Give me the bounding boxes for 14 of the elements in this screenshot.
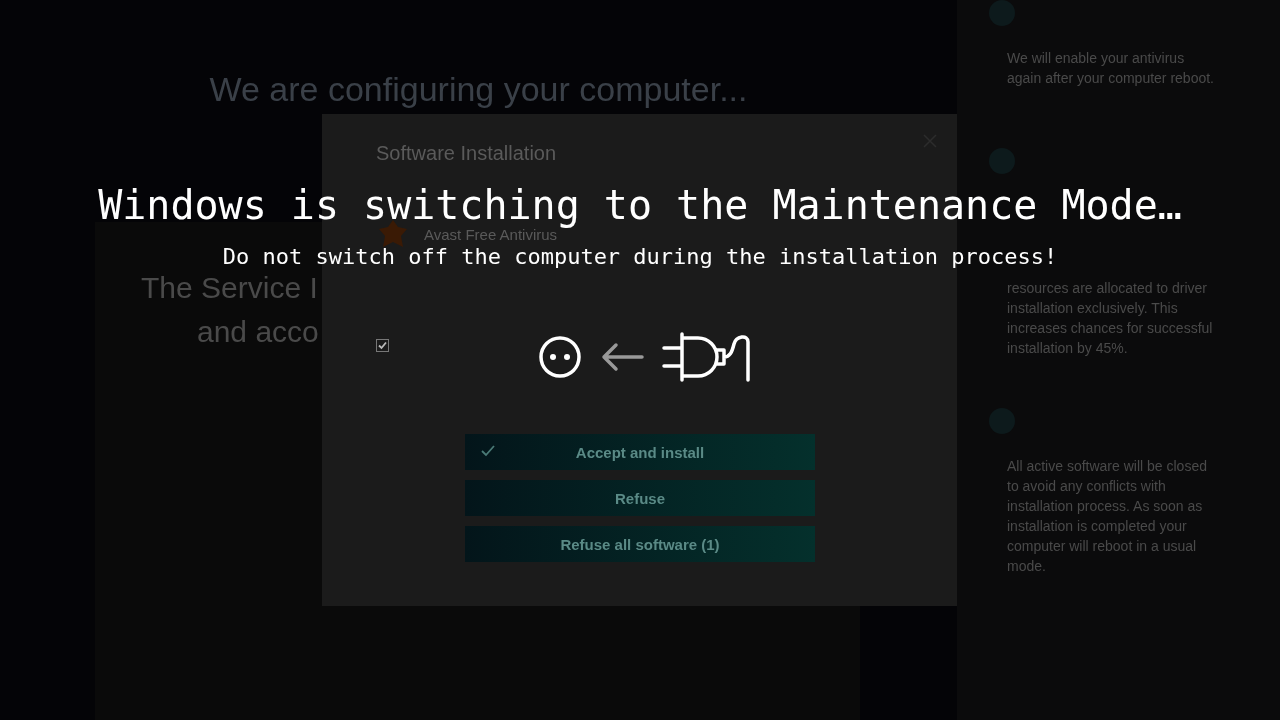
panel-title: and acco — [197, 314, 319, 350]
message-text: All active software will be closed to avoid any conflicts with installation process. As soon as installation is completed your computer will reboot in a usual mode. — [1007, 457, 1208, 576]
dialog-button[interactable]: Accept and install — [465, 434, 815, 470]
message-text: resources are allocated to driver installation exclusively. This increases chances for successful installation by 45%. — [1007, 279, 1214, 358]
dialog-title: Software Installation — [376, 142, 558, 165]
maintenance-subtitle: Do not switch off the computer during the installation process! — [222, 243, 1058, 271]
arrow-left-icon — [600, 342, 644, 372]
message-text: We will enable your antivirus again after your computer reboot. — [1007, 49, 1215, 88]
dialog-button[interactable]: Refuse — [465, 480, 815, 516]
page-heading: We are configuring your computer... — [209, 70, 748, 110]
panel-title: The Service I — [141, 270, 318, 306]
dialog-button[interactable]: Refuse all software (1) — [465, 526, 815, 562]
socket-icon — [538, 335, 582, 379]
agree-checkbox[interactable] — [376, 339, 389, 352]
